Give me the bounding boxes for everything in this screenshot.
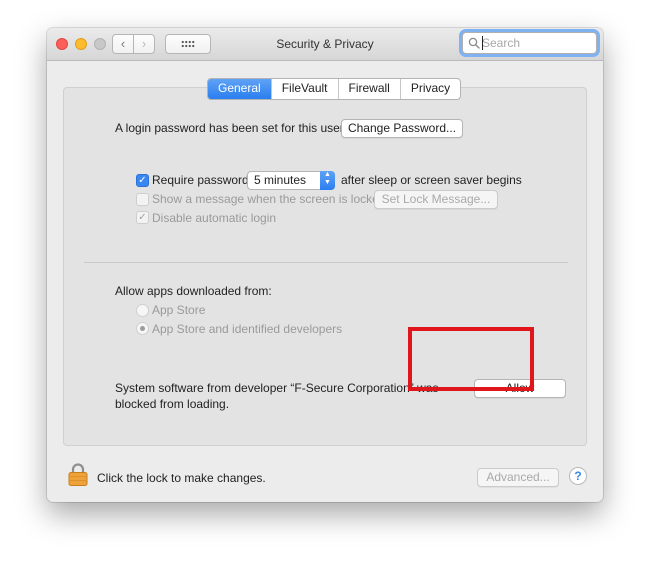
preferences-window: ‹ › Security & Privacy General FileVault… bbox=[47, 28, 603, 502]
search-box[interactable] bbox=[462, 32, 597, 54]
radio-identified-developers[interactable] bbox=[136, 322, 149, 335]
require-password-label: Require password bbox=[152, 173, 249, 187]
tab-firewall[interactable]: Firewall bbox=[337, 79, 400, 99]
search-icon bbox=[468, 37, 480, 49]
lock-text: Click the lock to make changes. bbox=[97, 471, 266, 485]
text-caret bbox=[482, 36, 483, 50]
advanced-button[interactable]: Advanced... bbox=[477, 468, 559, 487]
disable-auto-login-label: Disable automatic login bbox=[152, 211, 277, 225]
lock-icon[interactable] bbox=[67, 462, 89, 486]
search-input[interactable] bbox=[482, 33, 592, 53]
radio-app-store-label: App Store bbox=[152, 303, 206, 317]
allow-highlight-box bbox=[408, 327, 534, 391]
blocked-message-line1: System software from developer “F-Secure… bbox=[115, 381, 439, 395]
disable-auto-login-checkbox[interactable]: ✓ bbox=[136, 211, 149, 224]
change-password-button[interactable]: Change Password... bbox=[341, 119, 463, 138]
help-icon[interactable]: ? bbox=[569, 467, 587, 485]
tab-filevault[interactable]: FileVault bbox=[270, 79, 338, 99]
title-bar: ‹ › Security & Privacy bbox=[47, 28, 603, 61]
blocked-message-line2: blocked from loading. bbox=[115, 397, 230, 411]
general-panel: A login password has been set for this u… bbox=[63, 87, 587, 446]
tab-privacy[interactable]: Privacy bbox=[399, 79, 460, 99]
set-lock-message-button[interactable]: Set Lock Message... bbox=[374, 190, 498, 209]
radio-identified-developers-label: App Store and identified developers bbox=[152, 322, 343, 336]
allow-apps-heading: Allow apps downloaded from: bbox=[115, 284, 272, 298]
select-arrows-icon: ▲ ▼ bbox=[320, 171, 335, 190]
login-password-text: A login password has been set for this u… bbox=[115, 121, 344, 135]
show-message-checkbox[interactable] bbox=[136, 193, 149, 206]
tab-bar: General FileVault Firewall Privacy bbox=[207, 78, 462, 100]
require-password-checkbox[interactable]: ✓ bbox=[136, 174, 149, 187]
require-password-delay-value: 5 minutes bbox=[254, 173, 307, 187]
section-divider bbox=[84, 262, 568, 263]
require-password-suffix: after sleep or screen saver begins bbox=[341, 173, 522, 187]
require-password-delay-select[interactable]: 5 minutes ▲ ▼ bbox=[247, 171, 335, 190]
show-message-label: Show a message when the screen is locked bbox=[152, 192, 386, 206]
radio-app-store[interactable] bbox=[136, 304, 149, 317]
tab-general[interactable]: General bbox=[208, 79, 271, 99]
